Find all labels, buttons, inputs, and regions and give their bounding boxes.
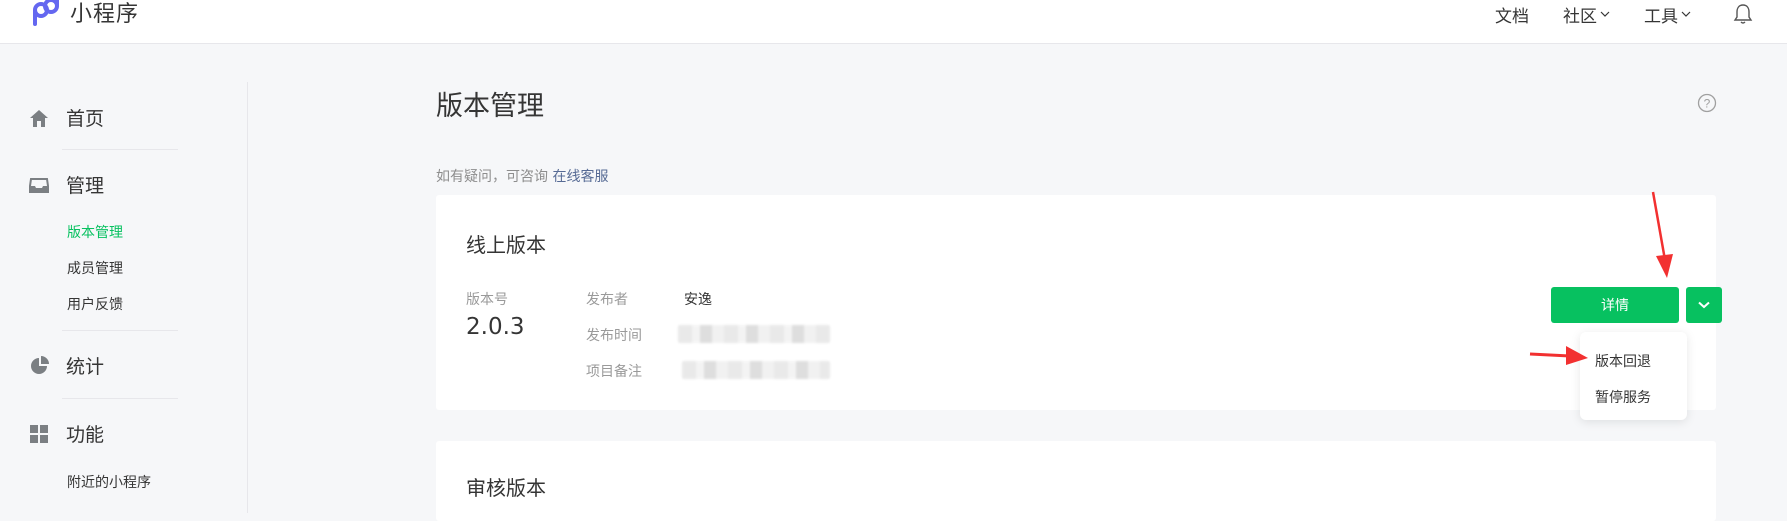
card-title: 审核版本: [466, 476, 546, 500]
divider: [62, 149, 178, 150]
sidebar-item-nearby-mini-programs[interactable]: 附近的小程序: [67, 472, 151, 492]
menu-item-pause-service[interactable]: 暂停服务: [1595, 387, 1651, 407]
note-redacted: [682, 361, 830, 379]
sidebar-item-statistics[interactable]: 统计: [28, 352, 104, 379]
top-bar: 小程序 文档 社区 工具: [0, 0, 1787, 44]
sidebar-item-user-feedback[interactable]: 用户反馈: [67, 294, 123, 314]
card-title: 线上版本: [466, 233, 546, 257]
pie-chart-icon: [31, 355, 49, 374]
sidebar-item-member-management[interactable]: 成员管理: [67, 258, 123, 278]
svg-text:?: ?: [1704, 97, 1711, 111]
hint-prefix: 如有疑问，可咨询: [436, 169, 548, 185]
bell-icon[interactable]: [1733, 3, 1753, 25]
app-name: 小程序: [70, 2, 140, 27]
note-label: 项目备注: [586, 364, 642, 380]
sidebar-item-manage[interactable]: 管理: [28, 171, 104, 198]
grid-icon: [30, 424, 48, 443]
inbox-icon: [29, 177, 49, 193]
online-service-link[interactable]: 在线客服: [552, 169, 608, 185]
nav-tools[interactable]: 工具: [1644, 2, 1691, 27]
more-actions-button[interactable]: [1686, 287, 1722, 323]
top-nav: 文档 社区 工具: [1461, 0, 1787, 28]
sidebar-group-label: 首页: [66, 108, 105, 130]
version-actions-menu: 版本回退 暂停服务: [1580, 332, 1687, 420]
divider: [62, 398, 178, 399]
sidebar: 首页 管理 版本管理 成员管理 用户反馈 统计 功能 附近的小程序: [0, 44, 248, 513]
sidebar-border: [247, 82, 248, 513]
nav-tools-label: 工具: [1644, 6, 1678, 27]
sidebar-group-label: 管理: [66, 175, 105, 197]
publish-time-label: 发布时间: [586, 328, 642, 344]
menu-item-version-rollback[interactable]: 版本回退: [1595, 351, 1651, 371]
home-icon: [30, 109, 48, 127]
logo[interactable]: 小程序: [30, 0, 139, 28]
nav-community[interactable]: 社区: [1563, 2, 1610, 27]
sidebar-item-version-management[interactable]: 版本管理: [67, 222, 123, 242]
sidebar-group-label: 功能: [66, 424, 105, 446]
nav-docs-label: 文档: [1495, 6, 1529, 27]
page-title: 版本管理: [436, 91, 544, 122]
chevron-down-icon: [1698, 301, 1710, 309]
publisher-value: 安逸: [684, 292, 712, 308]
sidebar-item-features[interactable]: 功能: [28, 420, 104, 447]
hint-text: 如有疑问，可咨询 在线客服: [436, 166, 608, 186]
online-version-card: 线上版本 版本号 2.0.3 发布者 安逸 发布时间 项目备注 详情: [436, 195, 1722, 410]
nav-docs[interactable]: 文档: [1495, 2, 1529, 27]
review-version-card: 审核版本: [436, 441, 1716, 521]
divider: [62, 330, 178, 331]
detail-button[interactable]: 详情: [1551, 287, 1679, 323]
version-label: 版本号: [466, 292, 508, 308]
help-icon[interactable]: ?: [1697, 93, 1717, 113]
version-value: 2.0.3: [466, 314, 525, 340]
sidebar-item-home[interactable]: 首页: [28, 104, 104, 131]
sidebar-group-label: 统计: [66, 356, 105, 378]
nav-community-label: 社区: [1563, 6, 1597, 27]
publisher-label: 发布者: [586, 292, 628, 308]
mini-program-logo-icon: [33, 0, 59, 26]
chevron-down-icon: [1600, 11, 1610, 17]
chevron-down-icon: [1681, 11, 1691, 17]
publish-time-redacted: [678, 325, 830, 343]
